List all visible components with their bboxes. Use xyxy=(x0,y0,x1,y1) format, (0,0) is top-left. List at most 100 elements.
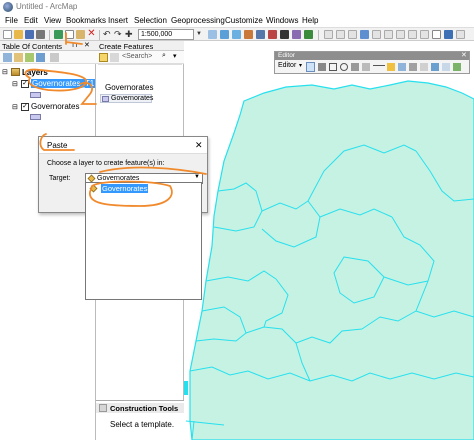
list-by-drawing-order-icon[interactable] xyxy=(3,53,12,62)
table-icon[interactable] xyxy=(232,30,241,39)
cut-icon[interactable] xyxy=(54,30,63,39)
layer-symbol-swatch[interactable] xyxy=(30,114,41,120)
python-window-icon[interactable] xyxy=(280,30,289,39)
clear-selection-icon[interactable] xyxy=(420,30,429,39)
delete-icon[interactable]: ✕ xyxy=(87,29,96,39)
copy-icon[interactable] xyxy=(65,30,74,39)
layer-symbol-swatch[interactable] xyxy=(30,92,41,98)
menu-windows[interactable]: Windows xyxy=(266,16,298,25)
editor-toolbar-icon[interactable] xyxy=(208,30,217,39)
map-view[interactable] xyxy=(184,41,474,440)
identify-icon[interactable] xyxy=(220,30,229,39)
redo-icon[interactable]: ↷ xyxy=(114,30,123,39)
select-elements-icon[interactable] xyxy=(432,30,441,39)
edit-vertices-icon[interactable] xyxy=(387,63,395,71)
organize-templates-icon[interactable] xyxy=(99,53,108,62)
template-swatch xyxy=(102,96,109,102)
title-bar: Untitled - ArcMap xyxy=(0,0,474,14)
arctoolbox-icon[interactable] xyxy=(268,30,277,39)
close-icon[interactable]: ✕ xyxy=(84,41,90,49)
editor-menu-button[interactable]: Editor xyxy=(278,62,296,69)
filter-icon[interactable] xyxy=(110,53,119,62)
info-icon[interactable] xyxy=(444,30,453,39)
dropdown-option-governorates[interactable]: Governorates xyxy=(101,184,149,193)
menu-view[interactable]: View xyxy=(44,16,61,25)
fixed-zoom-icon[interactable] xyxy=(372,30,381,39)
close-icon[interactable]: ✕ xyxy=(195,140,203,151)
layer-label-governorates-t1[interactable]: Governorates_T1 xyxy=(31,79,96,88)
layer-label-governorates[interactable]: Governorates xyxy=(31,102,79,111)
chevron-down-icon[interactable]: ▼ xyxy=(196,30,205,39)
construction-tools-icon xyxy=(99,404,107,412)
select-features-icon[interactable] xyxy=(408,30,417,39)
add-data-icon[interactable]: ✚ xyxy=(125,30,134,39)
pan-icon[interactable] xyxy=(348,30,357,39)
editor-toolbar: Editor ✕ Editor ▾ xyxy=(274,51,470,74)
previous-extent-icon[interactable] xyxy=(384,30,393,39)
dropdown-icon[interactable] xyxy=(373,65,385,69)
map-canvas[interactable] xyxy=(184,41,474,440)
paste-icon[interactable] xyxy=(76,30,85,39)
edit-tool-icon[interactable] xyxy=(306,62,315,72)
menu-geoprocessing[interactable]: Geoprocessing xyxy=(171,16,225,25)
search-window-icon[interactable] xyxy=(256,30,265,39)
construction-tools-header: Construction Tools xyxy=(96,403,184,413)
print-icon[interactable] xyxy=(36,30,45,39)
trace-icon[interactable] xyxy=(351,63,359,71)
close-icon[interactable]: ✕ xyxy=(461,51,467,59)
menu-help[interactable]: Help xyxy=(302,16,318,25)
help-icon[interactable] xyxy=(304,30,313,39)
menu-selection[interactable]: Selection xyxy=(134,16,167,25)
menu-bookmarks[interactable]: Bookmarks xyxy=(66,16,106,25)
rotate-icon[interactable] xyxy=(431,63,439,71)
map-scale-box[interactable]: 1:500,000 xyxy=(138,29,194,40)
zoom-out-icon[interactable] xyxy=(336,30,345,39)
full-extent-icon[interactable] xyxy=(360,30,369,39)
layers-icon xyxy=(11,68,20,76)
menu-customize[interactable]: Customize xyxy=(225,16,263,25)
editor-toolbar-titlebar[interactable]: Editor ✕ xyxy=(275,52,469,60)
attributes-icon[interactable] xyxy=(442,63,450,71)
straight-segment-icon[interactable] xyxy=(329,63,337,71)
collapse-layers-icon[interactable]: ⊟ xyxy=(2,68,8,76)
reshape-icon[interactable] xyxy=(398,63,406,71)
chevron-down-icon[interactable]: ▼ xyxy=(194,174,200,180)
options-icon[interactable] xyxy=(50,53,59,62)
list-by-visibility-icon[interactable] xyxy=(25,53,34,62)
search-icon[interactable]: ⌕ xyxy=(162,52,166,60)
open-folder-icon[interactable] xyxy=(14,30,23,39)
menu-file[interactable]: File xyxy=(5,16,18,25)
sketch-properties-icon[interactable] xyxy=(453,63,461,71)
save-icon[interactable] xyxy=(25,30,34,39)
editor-toolbar-title: Editor xyxy=(278,52,295,59)
model-builder-icon[interactable] xyxy=(292,30,301,39)
menu-edit[interactable]: Edit xyxy=(24,16,38,25)
split-icon[interactable] xyxy=(420,63,428,71)
template-item-governorates[interactable]: Governorates xyxy=(100,94,153,103)
collapse-layer-icon[interactable]: ⊟ xyxy=(12,103,18,111)
chevron-down-icon[interactable]: ▾ xyxy=(299,62,302,69)
toolbar-separator xyxy=(99,30,100,40)
template-search-input[interactable]: <Search> xyxy=(122,53,152,60)
paste-dialog-titlebar[interactable]: Paste ✕ xyxy=(39,137,207,154)
zoom-in-icon[interactable] xyxy=(324,30,333,39)
measure-icon[interactable] xyxy=(456,30,465,39)
cut-polygons-icon[interactable] xyxy=(409,63,417,71)
undo-icon[interactable]: ↶ xyxy=(103,30,112,39)
catalog-icon[interactable] xyxy=(244,30,253,39)
list-by-source-icon[interactable] xyxy=(14,53,23,62)
pin-icon[interactable]: ⊓ xyxy=(72,41,77,49)
next-extent-icon[interactable] xyxy=(396,30,405,39)
collapse-layer-icon[interactable]: ⊟ xyxy=(12,80,18,88)
layer-checkbox[interactable]: ✓ xyxy=(21,80,29,88)
chevron-down-icon[interactable]: ▾ xyxy=(173,52,177,60)
layer-checkbox[interactable]: ✓ xyxy=(21,103,29,111)
list-by-selection-icon[interactable] xyxy=(36,53,45,62)
end-point-arc-icon[interactable] xyxy=(340,63,348,71)
layers-root-label: Layers xyxy=(22,68,48,77)
menu-insert[interactable]: Insert xyxy=(108,16,128,25)
edit-annotation-icon[interactable] xyxy=(318,63,326,71)
point-icon[interactable] xyxy=(362,63,370,71)
new-document-icon[interactable] xyxy=(3,30,12,39)
construction-tools-title: Construction Tools xyxy=(110,404,179,413)
